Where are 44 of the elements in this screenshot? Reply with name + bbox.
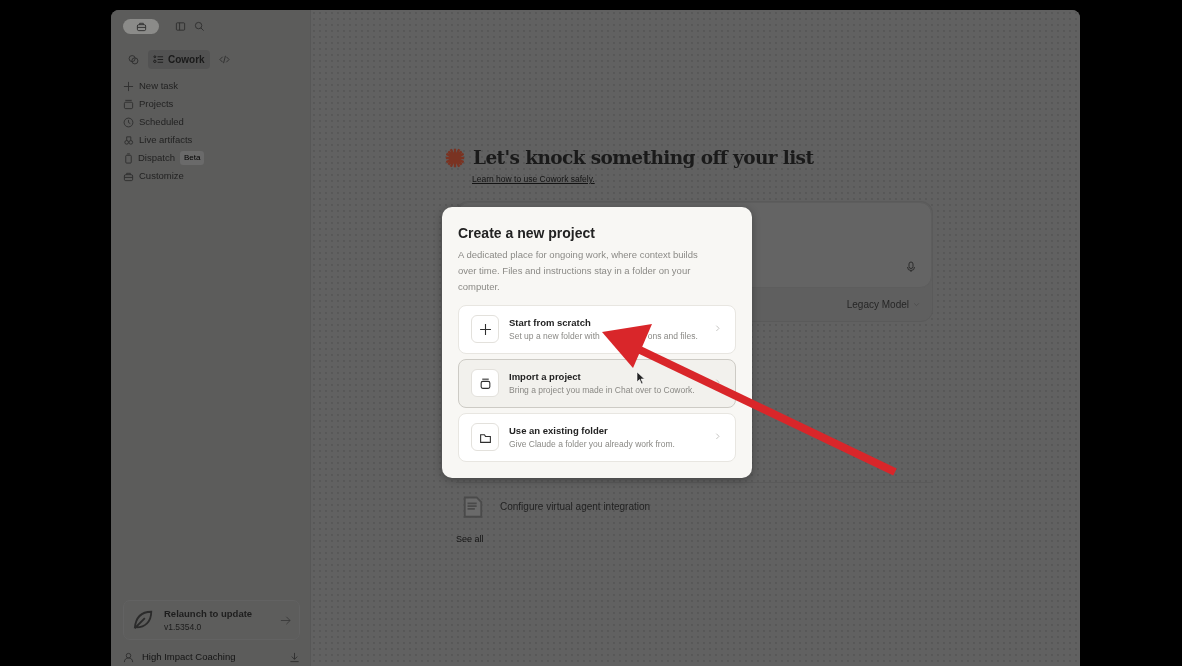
chat-bubbles-icon bbox=[128, 54, 139, 65]
nodes-icon bbox=[123, 134, 134, 146]
option-title: Use an existing folder bbox=[509, 423, 608, 438]
option-description: Set up a new folder with bbox=[509, 330, 600, 343]
option-button[interactable]: Use an existing folder Give Claude a folder you already work from. bbox=[458, 412, 736, 462]
mode-tab[interactable]: Cowork bbox=[148, 50, 210, 69]
plus-icon bbox=[123, 80, 134, 92]
see-all-link[interactable]: See all bbox=[456, 532, 484, 547]
dialog-title: Create a new project bbox=[458, 225, 596, 242]
box-icon bbox=[478, 376, 492, 390]
mouse-cursor-icon bbox=[636, 371, 645, 385]
project-item[interactable]: High Impact Coaching bbox=[123, 649, 236, 665]
asterisk-icon bbox=[445, 148, 465, 169]
search-icon bbox=[194, 21, 205, 32]
option-button[interactable]: Start from scratch Set up a new folder with ons and files. bbox=[458, 304, 736, 354]
document-icon bbox=[462, 494, 484, 519]
download-icon bbox=[289, 651, 300, 663]
folder-stack-icon bbox=[123, 98, 134, 110]
option-button[interactable]: Import a project Bring a project you made in Chat over to Cowork. bbox=[458, 358, 736, 408]
clipboard-icon bbox=[123, 152, 134, 164]
page-heading: Let's knock something off your list bbox=[473, 147, 814, 170]
leaf-icon bbox=[132, 609, 154, 631]
dialog-description: A dedicated place for ongoing work, where context builds over time. Files and instructions stay in a folder on your computer. bbox=[458, 247, 699, 294]
update-title: Relaunch to update bbox=[164, 606, 253, 621]
clock-icon bbox=[123, 116, 134, 128]
option-description: Give Claude a folder you already work from. bbox=[509, 438, 675, 451]
plus-icon bbox=[478, 322, 492, 336]
recent-task[interactable]: Configure virtual agent integration bbox=[456, 481, 933, 525]
sidebar-toggle-button[interactable] bbox=[123, 19, 159, 34]
option-description: ons and files. bbox=[647, 330, 698, 343]
version-text: v1.5354.0 bbox=[164, 620, 203, 634]
code-icon bbox=[218, 54, 230, 65]
option-title: Import a project bbox=[509, 369, 581, 384]
panel-icon bbox=[175, 21, 186, 32]
list-icon bbox=[153, 54, 164, 65]
update-card[interactable]: Relaunch to update v1.5354.0 bbox=[123, 600, 300, 640]
arrow-right-icon bbox=[280, 614, 291, 626]
safety-link[interactable]: Learn how to use Cowork safely. bbox=[472, 173, 1080, 186]
microphone-icon bbox=[905, 260, 917, 273]
person-icon bbox=[123, 651, 134, 663]
beta-badge: Beta bbox=[179, 151, 205, 165]
option-title: Start from scratch bbox=[509, 315, 591, 330]
briefcase-icon bbox=[123, 170, 134, 182]
option-description: Bring a project you made in Chat over to Cowork. bbox=[509, 384, 695, 397]
